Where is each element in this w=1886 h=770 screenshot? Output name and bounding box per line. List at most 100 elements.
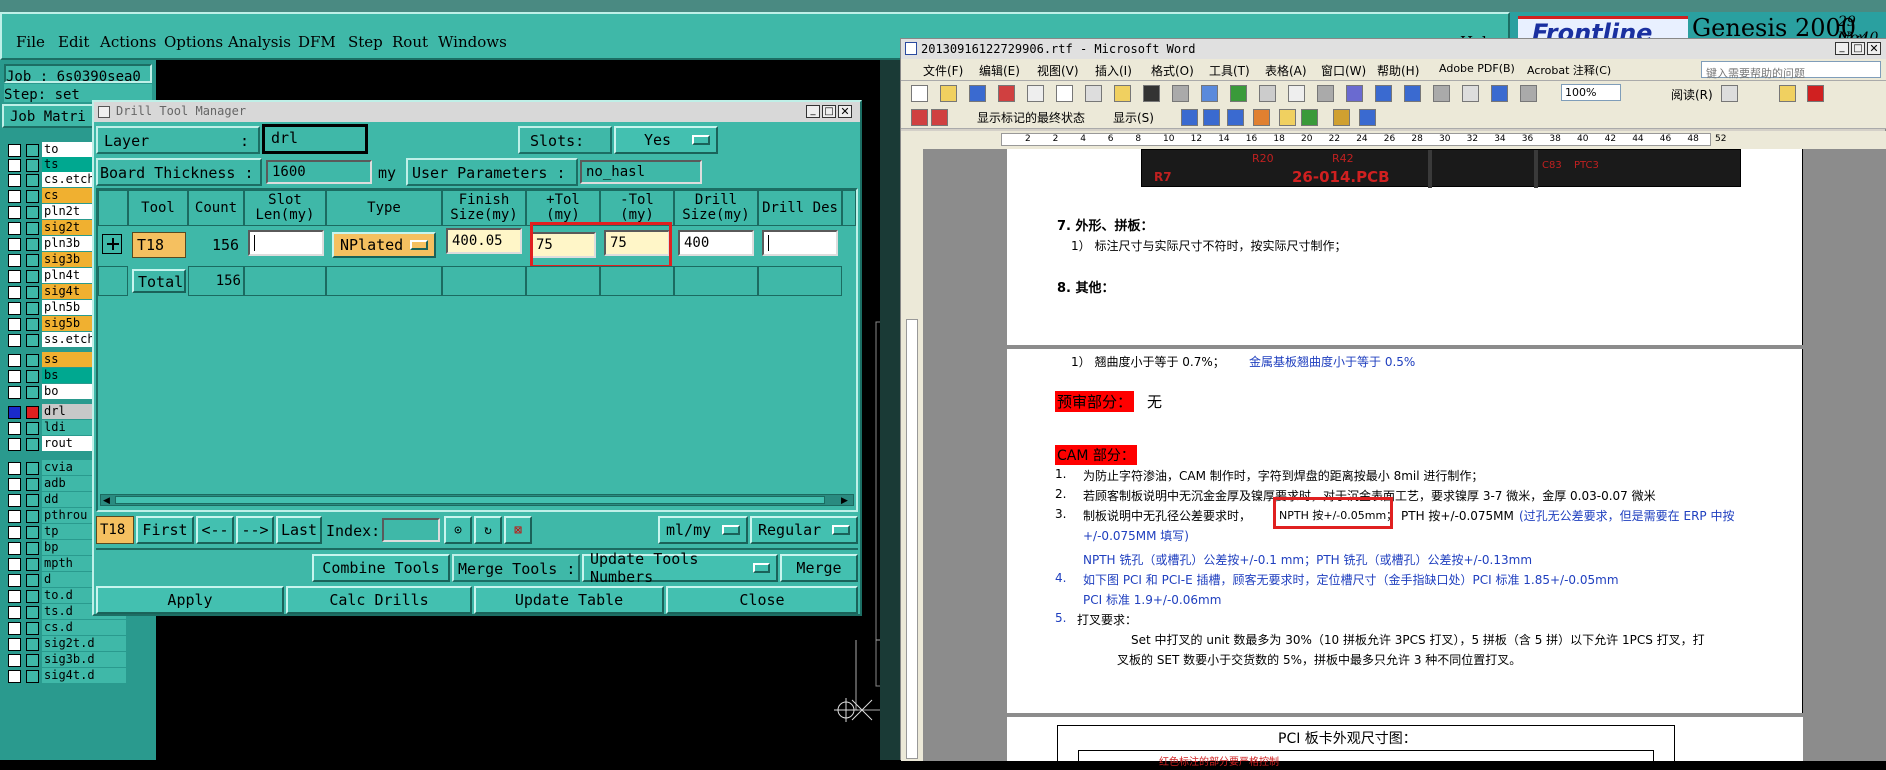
layer-affected-toggle[interactable]: [26, 286, 39, 299]
open-icon[interactable]: [940, 85, 957, 102]
menu-edit[interactable]: Edit: [58, 33, 89, 51]
layer-affected-toggle[interactable]: [26, 654, 39, 667]
layer-checkbox[interactable]: [8, 510, 21, 523]
paste-icon[interactable]: [1201, 85, 1218, 102]
minimize-icon[interactable]: _: [806, 105, 820, 118]
layer-checkbox[interactable]: [8, 144, 21, 157]
menu-windows[interactable]: Windows: [438, 33, 507, 51]
preview-icon[interactable]: [1056, 85, 1073, 102]
word-menu-0[interactable]: 文件(F): [923, 62, 963, 79]
excel-icon[interactable]: [1404, 85, 1421, 102]
layer-row[interactable]: sig3b.d: [4, 652, 126, 668]
first-button[interactable]: First: [136, 516, 194, 544]
table-scrollbar[interactable]: ◀ ▶: [100, 494, 854, 506]
layer-affected-toggle[interactable]: [26, 370, 39, 383]
layer-checkbox[interactable]: [8, 670, 21, 683]
layer-checkbox[interactable]: [8, 386, 21, 399]
update-tools-numbers-select[interactable]: Update Tools Numbers: [582, 550, 778, 586]
layer-checkbox[interactable]: [8, 654, 21, 667]
prev-change-icon[interactable]: [1181, 109, 1198, 126]
layer-affected-toggle[interactable]: [26, 190, 39, 203]
accept-icon[interactable]: [1227, 109, 1244, 126]
word-menu-9[interactable]: Adobe PDF(B): [1439, 62, 1515, 75]
layer-row[interactable]: cs.d: [4, 620, 126, 636]
layer-checkbox[interactable]: [8, 462, 21, 475]
help-icon[interactable]: [1520, 85, 1537, 102]
spell-icon[interactable]: [1085, 85, 1102, 102]
layer-affected-toggle[interactable]: [26, 590, 39, 603]
close-icon[interactable]: ✕: [838, 105, 852, 118]
layer-checkbox[interactable]: [8, 558, 21, 571]
prev-button[interactable]: <--: [196, 516, 234, 544]
show-menu[interactable]: 显示(S): [1113, 109, 1154, 126]
layer-affected-toggle[interactable]: [26, 510, 39, 523]
layer-affected-toggle[interactable]: [26, 159, 39, 172]
layer-affected-toggle[interactable]: [26, 334, 39, 347]
word-close-icon[interactable]: ✕: [1867, 42, 1881, 55]
find-icon[interactable]: ⊙: [444, 516, 472, 544]
delete-icon[interactable]: ⊠: [504, 516, 532, 544]
layer-checkbox[interactable]: [8, 438, 21, 451]
word-menu-8[interactable]: 帮助(H): [1377, 62, 1419, 79]
layer-checkbox[interactable]: [8, 542, 21, 555]
word-menu-2[interactable]: 视图(V): [1037, 62, 1079, 79]
layer-checkbox[interactable]: [8, 526, 21, 539]
layer-checkbox[interactable]: [8, 159, 21, 172]
finish-size-input[interactable]: 400.05: [446, 228, 522, 254]
layer-affected-toggle[interactable]: [26, 422, 39, 435]
combine-tools-button[interactable]: Combine Tools: [312, 554, 450, 582]
layer-affected-toggle[interactable]: [26, 622, 39, 635]
pdf-mail-icon[interactable]: [931, 109, 948, 126]
new-doc-icon[interactable]: [911, 85, 928, 102]
layer-checkbox[interactable]: [8, 574, 21, 587]
menu-rout[interactable]: Rout: [392, 33, 428, 51]
layer-affected-toggle[interactable]: [26, 254, 39, 267]
comment-icon[interactable]: [1279, 109, 1296, 126]
last-button[interactable]: Last: [276, 516, 322, 544]
next-change-icon[interactable]: [1203, 109, 1220, 126]
reject-icon[interactable]: [1253, 109, 1270, 126]
layer-checkbox[interactable]: [8, 494, 21, 507]
layer-affected-toggle[interactable]: [26, 222, 39, 235]
highlight-color-icon[interactable]: [1779, 85, 1796, 102]
word-menu-4[interactable]: 格式(O): [1151, 62, 1194, 79]
word-menu-1[interactable]: 编辑(E): [979, 62, 1020, 79]
layer-checkbox[interactable]: [8, 254, 21, 267]
menu-dfm[interactable]: DFM: [298, 33, 336, 51]
word-maximize-icon[interactable]: □: [1851, 42, 1865, 55]
undo-icon[interactable]: [1259, 85, 1276, 102]
highlight-icon[interactable]: [1301, 109, 1318, 126]
layer-checkbox[interactable]: [8, 622, 21, 635]
cut-icon[interactable]: [1143, 85, 1160, 102]
layer-row[interactable]: sig2t.d: [4, 636, 126, 652]
layer-affected-toggle[interactable]: [26, 574, 39, 587]
markup-select[interactable]: 显示标记的最终状态: [977, 109, 1085, 126]
horizontal-ruler[interactable]: 2 2 4 6 8 10 12 14 16 18 20 22 24 26 28 30 32 34 36 38 40 42 4…: [901, 131, 1886, 149]
zoom-box[interactable]: 100%: [1561, 84, 1621, 101]
menu-options[interactable]: Options: [164, 33, 223, 51]
layer-checkbox[interactable]: [8, 206, 21, 219]
layer-checkbox[interactable]: [8, 334, 21, 347]
word-minimize-icon[interactable]: _: [1835, 42, 1849, 55]
drill-size-input[interactable]: 400: [678, 230, 754, 256]
menu-analysis[interactable]: Analysis: [228, 33, 291, 51]
drill-des-input[interactable]: [762, 230, 838, 256]
layer-checkbox[interactable]: [8, 190, 21, 203]
layer-affected-toggle[interactable]: [26, 238, 39, 251]
layer-field[interactable]: drl: [262, 124, 368, 154]
menu-step[interactable]: Step: [348, 33, 383, 51]
close-button[interactable]: Close: [666, 586, 858, 614]
layer-affected-toggle[interactable]: [26, 462, 39, 475]
layer-affected-toggle[interactable]: [26, 494, 39, 507]
layer-row[interactable]: sig4t.d: [4, 668, 126, 684]
help-search-box[interactable]: 键入需要帮助的问题: [1701, 61, 1881, 80]
menu-actions[interactable]: Actions: [100, 33, 156, 51]
layer-checkbox[interactable]: [8, 174, 21, 187]
update-table-button[interactable]: Update Table: [474, 586, 664, 614]
drawing-icon[interactable]: [1462, 85, 1479, 102]
word-menu-5[interactable]: 工具(T): [1209, 62, 1250, 79]
layer-checkbox[interactable]: [8, 370, 21, 383]
layer-affected-toggle[interactable]: [26, 406, 39, 419]
word-menu-10[interactable]: Acrobat 注释(C): [1527, 62, 1611, 78]
scroll-left-icon[interactable]: ◀: [103, 496, 110, 506]
